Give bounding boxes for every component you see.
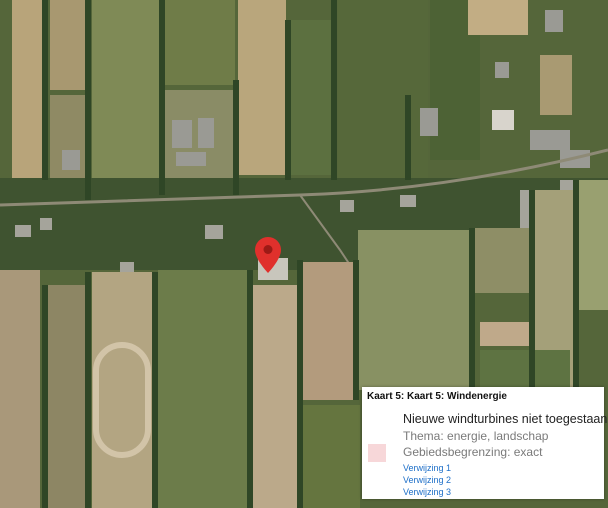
rule-title: Nieuwe windturbines niet toegestaan bbox=[403, 412, 608, 426]
location-marker-icon[interactable] bbox=[255, 237, 281, 273]
feature-info-popup: Kaart 5: Kaart 5: Windenergie Nieuwe win… bbox=[362, 387, 608, 499]
rule-boundary: Gebiedsbegrenzing: exact bbox=[403, 445, 543, 459]
reference-link-1[interactable]: Verwijzing 1 bbox=[403, 463, 451, 473]
reference-link-2[interactable]: Verwijzing 2 bbox=[403, 475, 451, 485]
legend-swatch bbox=[368, 444, 386, 462]
rule-theme: Thema: energie, landschap bbox=[403, 429, 549, 443]
reference-link-3[interactable]: Verwijzing 3 bbox=[403, 487, 451, 497]
popup-title: Kaart 5: Kaart 5: Windenergie bbox=[367, 391, 507, 402]
